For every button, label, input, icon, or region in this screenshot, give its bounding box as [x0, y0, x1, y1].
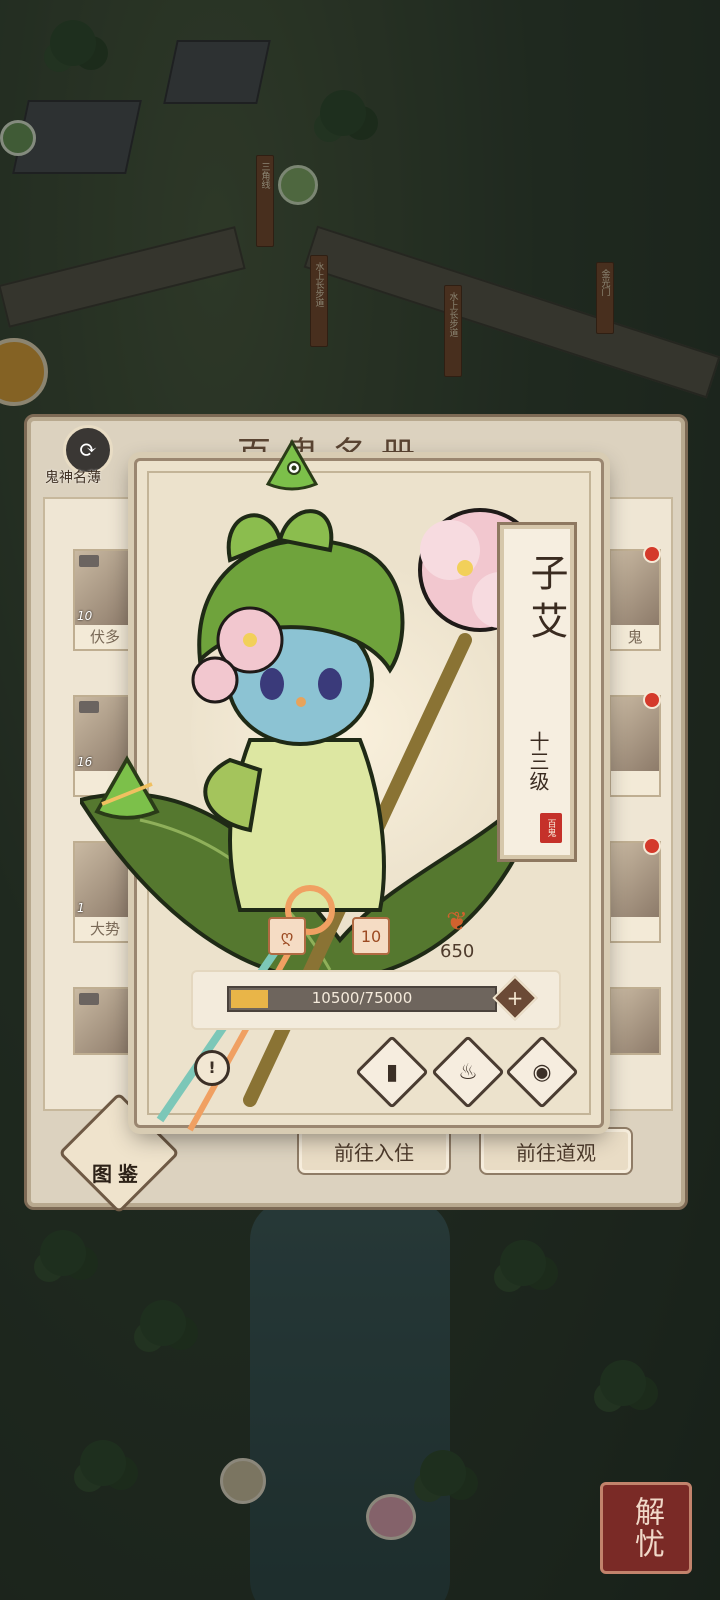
character-name: 子艾 — [524, 553, 568, 649]
card-name: 鬼 — [627, 628, 643, 646]
tujian-label: 图鉴 — [92, 1162, 144, 1186]
experience-text: 10500/75000 — [311, 989, 413, 1007]
dress — [228, 738, 386, 912]
alert-icon[interactable]: ! — [194, 1050, 230, 1086]
book-icon: ▮ — [385, 1059, 399, 1085]
character-card[interactable] — [609, 695, 661, 797]
flower-center — [243, 633, 257, 647]
pouch-icon: ◉ — [532, 1059, 552, 1085]
eye — [260, 668, 284, 700]
ghost-type-icon[interactable]: ღ — [268, 917, 306, 955]
seal-stamp: 百鬼 — [540, 813, 562, 843]
eye — [318, 668, 342, 700]
character-level: 十三级 — [526, 731, 550, 791]
level-badge[interactable]: 10 — [352, 917, 390, 955]
experience-bar: 10500/75000 — [227, 986, 497, 1012]
flame-icon: ♨ — [458, 1059, 478, 1085]
jieyou-button[interactable]: 解忧 — [600, 1482, 692, 1574]
spirit-value: 650 — [440, 941, 475, 962]
experience-row: 10500/75000 + — [193, 972, 559, 1028]
character-card[interactable] — [609, 987, 661, 1055]
notification-dot — [643, 837, 661, 855]
notification-dot — [643, 545, 661, 563]
character-card[interactable] — [609, 841, 661, 943]
zongzi-icon[interactable] — [264, 438, 320, 494]
zongzi-icon[interactable] — [92, 754, 162, 824]
character-name-plaque: 子艾 十三级 百鬼 — [497, 522, 577, 862]
character-card[interactable]: 鬼 — [609, 549, 661, 651]
flame-icon: ❦ — [446, 907, 468, 937]
notification-dot — [643, 691, 661, 709]
flower-center — [457, 560, 473, 576]
plus-icon: + — [506, 986, 524, 1010]
character-stats: ღ 10 ❦ 650 — [240, 905, 520, 965]
character-portrait — [611, 989, 659, 1053]
jieyou-label: 解忧 — [629, 1496, 664, 1560]
add-experience-button[interactable]: + — [492, 975, 538, 1021]
hair-flower — [191, 656, 239, 704]
mouth — [296, 697, 306, 707]
